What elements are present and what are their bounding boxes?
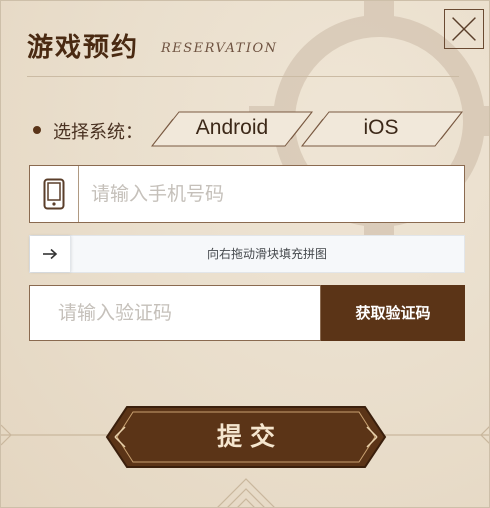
os-option-android[interactable]: Android — [151, 111, 313, 147]
close-icon — [452, 17, 476, 41]
dialog-subtitle: RESERVATION — [161, 41, 278, 56]
get-code-button[interactable]: 获取验证码 — [321, 285, 465, 341]
submit-button[interactable]: 提交 — [105, 405, 387, 469]
slider-handle[interactable] — [30, 236, 71, 272]
verify-code-field — [29, 285, 321, 341]
phone-field — [29, 165, 465, 223]
arrow-right-icon — [43, 248, 58, 260]
system-label: 选择系统： — [53, 122, 143, 143]
phone-input[interactable] — [79, 183, 464, 205]
slider-hint: 向右拖动滑块填充拼图 — [206, 247, 327, 261]
phone-icon — [30, 166, 79, 222]
system-selector: 选择系统： Android iOS — [29, 111, 469, 147]
verify-code-input[interactable] — [30, 286, 320, 340]
bullet-icon — [33, 126, 41, 134]
os-option-android-label: Android — [195, 116, 269, 139]
os-option-ios-label: iOS — [363, 116, 399, 139]
verify-code-row: 获取验证码 — [29, 285, 465, 341]
slider-captcha: 向右拖动滑块填充拼图 — [29, 235, 465, 273]
title-divider — [27, 76, 459, 77]
reservation-dialog: 游戏预约 RESERVATION 选择系统： Android iOS 请输入手机… — [0, 0, 490, 508]
os-option-ios[interactable]: iOS — [299, 111, 463, 147]
submit-label: 提交 — [216, 422, 283, 451]
dialog-title: 游戏预约 — [27, 33, 140, 63]
close-button[interactable] — [444, 9, 484, 49]
